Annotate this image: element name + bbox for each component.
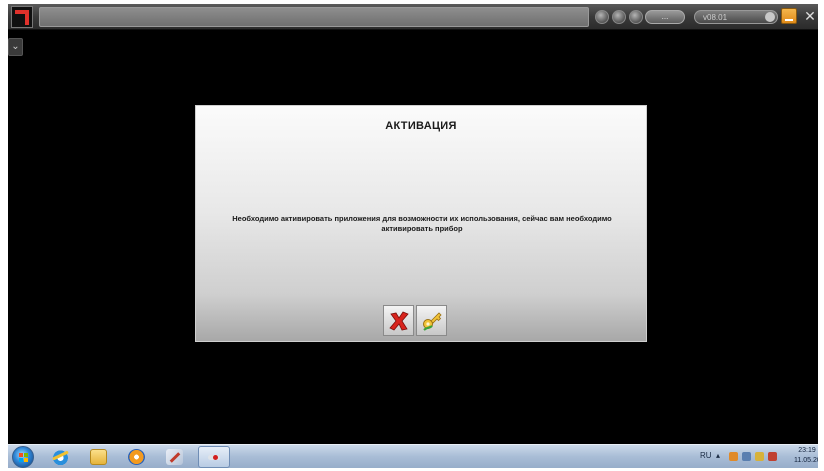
close-x-icon [389,311,409,331]
close-window-button[interactable]: ✕ [802,7,818,25]
media-player-icon [128,449,145,465]
dialog-message: Необходимо активировать приложения для в… [232,214,612,233]
tray-clock[interactable]: 23:19 11.05.2020 [794,446,818,466]
activation-dialog: АКТИВАЦИЯ Необходимо активировать прилож… [195,105,647,342]
key-icon [423,312,442,331]
tray-app-icon[interactable] [729,452,738,461]
activate-button[interactable] [416,305,447,336]
logo-bar-vertical [25,10,29,25]
connection-indicator-icon[interactable] [612,10,626,24]
system-tray: RU ▴ 23:19 11.05.2020 [700,445,818,468]
taskbar-internet-explorer[interactable] [46,446,76,468]
taskbar: RU ▴ 23:19 11.05.2020 [8,444,818,468]
taskbar-media-player[interactable] [122,446,152,468]
tray-volume-icon[interactable] [768,452,777,461]
status-pill[interactable]: ... [645,10,685,24]
sidebar-toggle-button[interactable]: ⌄ [8,38,23,56]
clock-date: 11.05.2020 [794,457,818,464]
screen: ... v08.01 ✕ ⌄ АКТИВАЦИЯ Необходимо акти… [8,4,818,468]
cancel-button[interactable] [383,305,414,336]
tray-flag-icon[interactable] [755,452,764,461]
start-orb-quad-red [19,453,23,457]
taskbar-paint[interactable] [160,446,190,468]
language-indicator[interactable]: RU [700,451,712,460]
app-icon [208,455,220,460]
version-label: v08.01 [703,13,728,22]
status-indicator-icon[interactable] [595,10,609,24]
app-logo[interactable] [11,6,33,28]
internet-explorer-icon [52,449,69,465]
version-field: v08.01 [694,10,778,24]
clock-time: 23:19 [798,447,816,454]
start-orb-quad-blue [19,458,23,462]
start-orb-quad-green [24,453,28,457]
paint-icon [166,449,183,465]
file-explorer-icon [90,449,107,465]
tray-monitor-icon[interactable] [742,452,751,461]
title-field [39,7,589,27]
taskbar-file-explorer[interactable] [84,446,114,468]
taskbar-active-app[interactable] [198,446,230,468]
start-orb-quad-yellow [24,458,28,462]
start-orb-icon[interactable] [12,446,34,468]
dialog-title: АКТИВАЦИЯ [385,120,457,132]
minimize-button[interactable] [781,8,797,24]
version-knob [765,12,775,22]
tray-expand-icon[interactable]: ▴ [716,451,720,460]
app-toolbar: ... v08.01 ✕ [8,4,818,30]
power-indicator-icon[interactable] [629,10,643,24]
